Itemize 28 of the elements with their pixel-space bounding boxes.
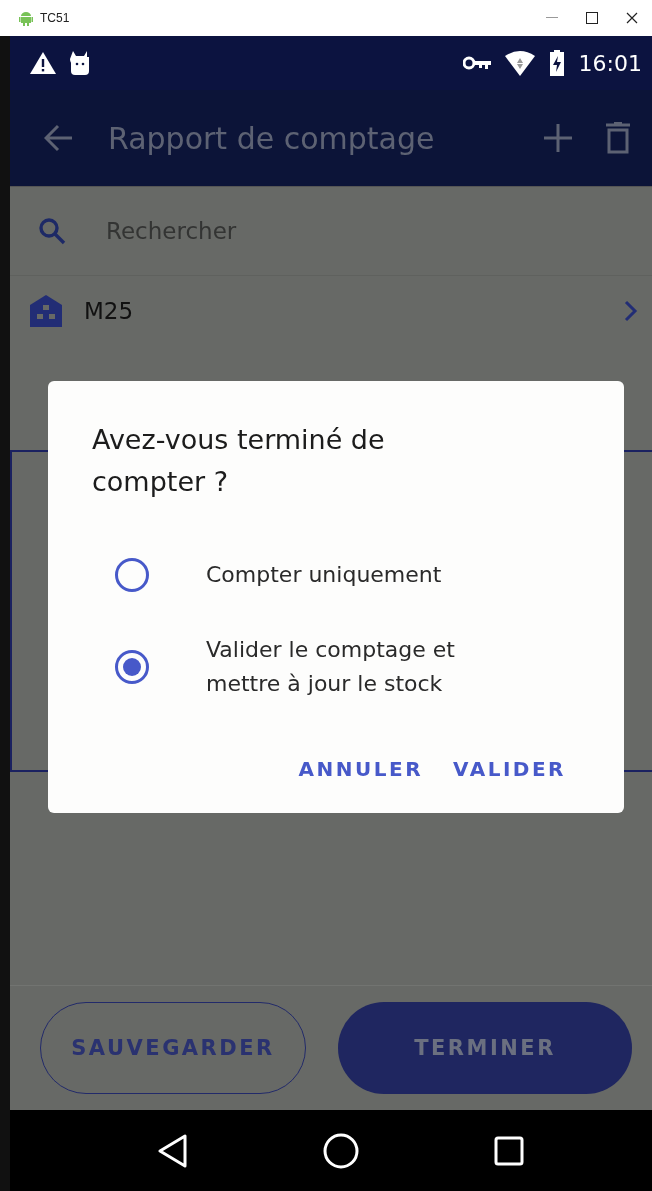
screen-title: Rapport de comptage (108, 120, 436, 156)
option-label[interactable]: Valider le comptage et mettre à jour le stock (206, 633, 526, 701)
window-title: TC51 (40, 11, 71, 25)
warehouse-icon (30, 295, 62, 327)
warning-icon (30, 52, 56, 74)
plus-icon[interactable] (544, 124, 572, 152)
location-label[interactable]: M25 (84, 298, 602, 324)
key-icon (462, 56, 491, 70)
minimize-icon[interactable] (546, 17, 558, 19)
home-icon[interactable] (323, 1132, 359, 1169)
recents-icon[interactable] (494, 1135, 525, 1166)
maximize-icon[interactable] (586, 12, 598, 24)
wifi-icon (504, 50, 535, 76)
close-icon[interactable] (626, 12, 638, 24)
search-icon (38, 217, 66, 245)
radio-button[interactable] (114, 649, 150, 685)
trash-icon[interactable] (606, 122, 630, 154)
radio-button[interactable] (114, 557, 150, 593)
robot-icon (70, 51, 90, 75)
option-label[interactable]: Compter uniquement (206, 558, 526, 592)
confirm-button[interactable]: VALIDER (453, 753, 566, 785)
battery-icon (548, 50, 565, 76)
back-arrow-icon[interactable] (44, 124, 74, 152)
cancel-button[interactable]: ANNULER (298, 753, 424, 785)
dialog-title: Avez-vous terminé de compter ? (92, 423, 386, 499)
android-icon (18, 10, 34, 26)
back-icon[interactable] (157, 1133, 188, 1168)
clock: 16:01 (578, 50, 642, 76)
